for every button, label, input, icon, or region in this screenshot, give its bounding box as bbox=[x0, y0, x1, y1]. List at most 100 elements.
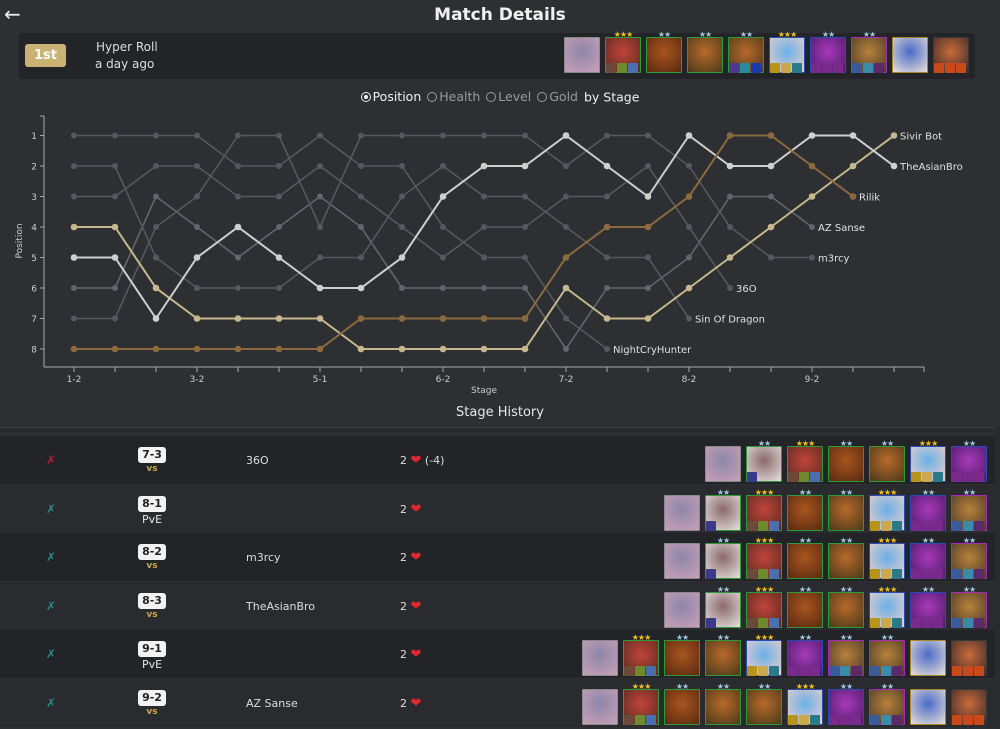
item-icon[interactable] bbox=[974, 520, 984, 531]
item-icon[interactable] bbox=[881, 569, 891, 579]
champion-icon[interactable]: ★★★ bbox=[787, 440, 823, 482]
item-icon[interactable] bbox=[870, 666, 880, 676]
champion-icon[interactable] bbox=[664, 543, 700, 579]
item-icon[interactable] bbox=[870, 617, 880, 628]
item-icon[interactable] bbox=[758, 666, 768, 676]
item-icon[interactable] bbox=[945, 63, 955, 73]
champion-icon[interactable]: ★★ bbox=[787, 585, 823, 628]
item-icon[interactable] bbox=[747, 666, 757, 676]
item-icon[interactable] bbox=[851, 666, 861, 676]
item-icon[interactable] bbox=[706, 569, 716, 579]
item-icon[interactable] bbox=[863, 63, 873, 73]
radio-dot[interactable] bbox=[427, 91, 438, 102]
item-icon[interactable] bbox=[892, 617, 902, 628]
item-icon[interactable] bbox=[822, 63, 832, 73]
item-icon[interactable] bbox=[933, 472, 943, 482]
item-icon[interactable] bbox=[706, 520, 716, 531]
item-icon[interactable] bbox=[963, 520, 973, 531]
item-icon[interactable] bbox=[974, 617, 984, 628]
radio-level[interactable]: Level bbox=[486, 89, 531, 104]
champion-icon[interactable]: ★★ bbox=[951, 488, 987, 531]
item-icon[interactable] bbox=[933, 617, 943, 628]
item-icon[interactable] bbox=[852, 63, 862, 73]
champion-icon[interactable]: ★★ bbox=[869, 440, 905, 482]
champion-icon[interactable]: ★★★ bbox=[769, 31, 805, 73]
champion-icon[interactable]: ★★ bbox=[705, 537, 741, 579]
item-icon[interactable] bbox=[624, 714, 634, 725]
opponent-name[interactable]: m3rcy bbox=[246, 551, 281, 564]
item-icon[interactable] bbox=[922, 617, 932, 628]
champion-icon[interactable]: ★★ bbox=[746, 440, 782, 482]
item-icon[interactable] bbox=[799, 714, 809, 725]
item-icon[interactable] bbox=[870, 714, 880, 725]
item-icon[interactable] bbox=[892, 666, 902, 676]
item-icon[interactable] bbox=[851, 714, 861, 725]
radio-dot[interactable] bbox=[360, 91, 371, 102]
item-icon[interactable] bbox=[799, 666, 809, 676]
item-icon[interactable] bbox=[829, 666, 839, 676]
item-icon[interactable] bbox=[956, 63, 966, 73]
item-icon[interactable] bbox=[769, 520, 779, 531]
item-icon[interactable] bbox=[781, 63, 791, 73]
champion-icon[interactable]: ★★★ bbox=[746, 488, 782, 531]
champion-icon[interactable]: ★★ bbox=[828, 440, 864, 482]
opponent-name[interactable]: 36O bbox=[246, 454, 269, 467]
item-icon[interactable] bbox=[874, 63, 884, 73]
item-icon[interactable] bbox=[635, 666, 645, 676]
item-icon[interactable] bbox=[758, 617, 768, 628]
radio-position[interactable]: Position bbox=[360, 89, 421, 104]
item-icon[interactable] bbox=[769, 666, 779, 676]
champion-icon[interactable]: ★★ bbox=[787, 488, 823, 531]
champion-icon[interactable]: ★★ bbox=[646, 31, 682, 73]
champion-icon[interactable]: ★★ bbox=[910, 488, 946, 531]
champion-icon[interactable]: ★★ bbox=[910, 537, 946, 579]
champion-icon[interactable] bbox=[582, 640, 618, 676]
item-icon[interactable] bbox=[740, 63, 750, 73]
champion-icon[interactable]: ★★ bbox=[787, 537, 823, 579]
opponent-name[interactable]: TheAsianBro bbox=[246, 600, 315, 613]
champion-icon[interactable]: ★★★ bbox=[623, 634, 659, 676]
item-icon[interactable] bbox=[963, 569, 973, 579]
radio-gold[interactable]: Gold bbox=[537, 89, 578, 104]
item-icon[interactable] bbox=[963, 617, 973, 628]
radio-health[interactable]: Health bbox=[427, 89, 480, 104]
item-icon[interactable] bbox=[922, 472, 932, 482]
champion-icon[interactable] bbox=[664, 494, 700, 531]
stage-history-list[interactable]: ✗ 7-3 vs 36O 2 ❤ (-4) ★★ ★★★ ★★ ★★ ★★★ ★★ ✗ 8… bbox=[0, 427, 1000, 729]
champion-icon[interactable] bbox=[910, 688, 946, 725]
item-icon[interactable] bbox=[758, 520, 768, 531]
item-icon[interactable] bbox=[811, 63, 821, 73]
item-icon[interactable] bbox=[952, 472, 962, 482]
item-icon[interactable] bbox=[892, 520, 902, 531]
champion-icon[interactable]: ★★ bbox=[951, 585, 987, 628]
item-icon[interactable] bbox=[628, 63, 638, 73]
champion-icon[interactable]: ★★★ bbox=[869, 488, 905, 531]
champion-icon[interactable]: ★★ bbox=[869, 634, 905, 676]
champion-icon[interactable]: ★★ bbox=[910, 585, 946, 628]
scrollbar[interactable] bbox=[995, 427, 1000, 729]
item-icon[interactable] bbox=[646, 666, 656, 676]
item-icon[interactable] bbox=[963, 714, 973, 725]
champion-icon[interactable] bbox=[564, 37, 600, 73]
champion-icon[interactable]: ★★ bbox=[687, 31, 723, 73]
item-icon[interactable] bbox=[881, 617, 891, 628]
champion-icon[interactable]: ★★★ bbox=[746, 634, 782, 676]
champion-icon[interactable]: ★★★ bbox=[787, 682, 823, 725]
item-icon[interactable] bbox=[810, 714, 820, 725]
item-icon[interactable] bbox=[810, 666, 820, 676]
champion-icon[interactable]: ★★ bbox=[705, 634, 741, 676]
champion-icon[interactable]: ★★ bbox=[951, 440, 987, 482]
champion-icon[interactable]: ★★ bbox=[828, 634, 864, 676]
item-icon[interactable] bbox=[747, 617, 757, 628]
item-icon[interactable] bbox=[952, 520, 962, 531]
item-icon[interactable] bbox=[911, 472, 921, 482]
champion-icon[interactable]: ★★★ bbox=[869, 537, 905, 579]
item-icon[interactable] bbox=[635, 714, 645, 725]
item-icon[interactable] bbox=[934, 63, 944, 73]
champion-icon[interactable]: ★★ bbox=[851, 31, 887, 73]
item-icon[interactable] bbox=[911, 520, 921, 531]
item-icon[interactable] bbox=[810, 472, 820, 482]
radio-dot[interactable] bbox=[537, 91, 548, 102]
item-icon[interactable] bbox=[769, 617, 779, 628]
opponent-name[interactable]: AZ Sanse bbox=[246, 697, 298, 710]
